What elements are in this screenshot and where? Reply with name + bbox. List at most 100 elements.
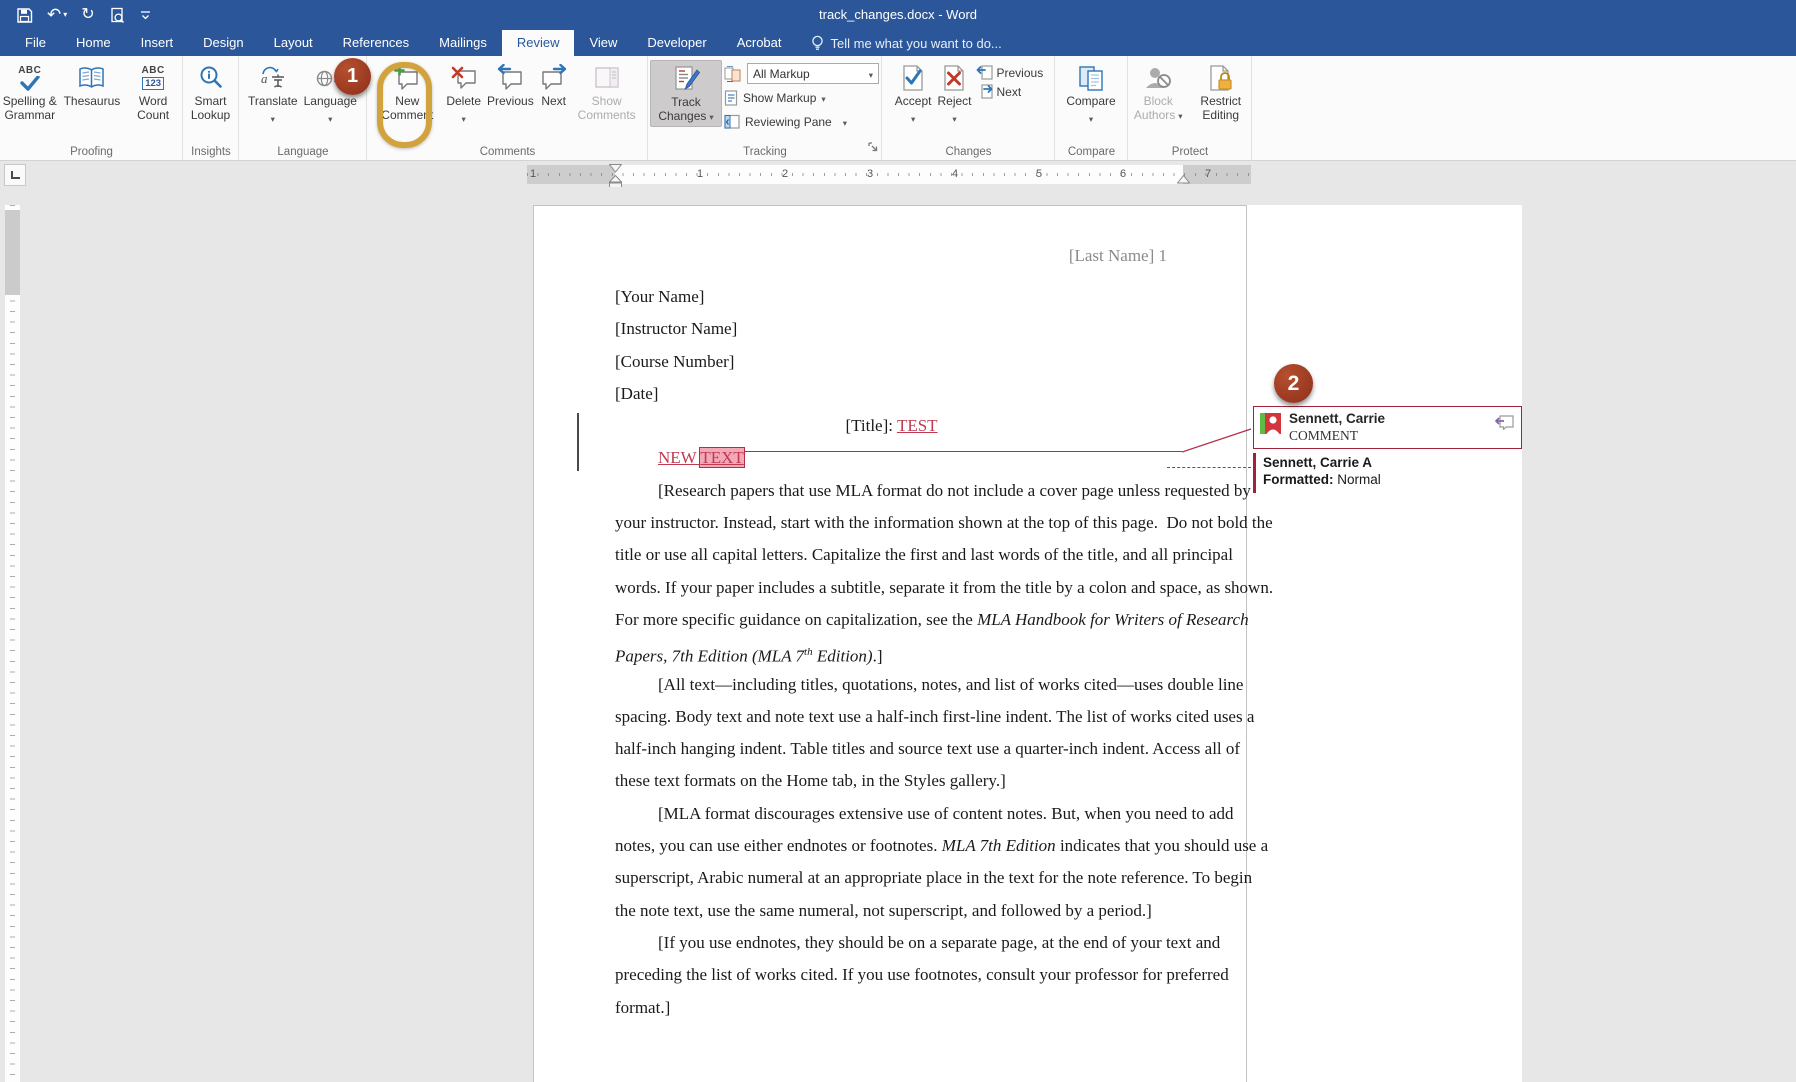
- print-preview-icon[interactable]: [109, 7, 126, 24]
- show-markup-row[interactable]: Show Markup: [724, 87, 879, 108]
- language-dropdown-caret[interactable]: [328, 109, 332, 127]
- horizontal-ruler[interactable]: 11234567: [527, 165, 1251, 184]
- next-comment-button[interactable]: Next: [538, 60, 570, 110]
- quick-access-toolbar: [16, 3, 151, 27]
- thesaurus-button[interactable]: Thesaurus: [62, 60, 123, 110]
- revision-type: Formatted:: [1263, 472, 1334, 487]
- restrict-editing-button[interactable]: Restrict Editing: [1191, 60, 1252, 124]
- track-changes-button[interactable]: Track Changes: [650, 60, 722, 127]
- doc-line: these text formats on the Home tab, in t…: [615, 765, 1168, 797]
- page-header: [Last Name] 1: [615, 246, 1167, 266]
- tab-developer[interactable]: Developer: [632, 30, 721, 56]
- next-change-button[interactable]: Next: [976, 84, 1044, 99]
- comment-author: Sennett, Carrie: [1289, 411, 1385, 426]
- group-label-compare: Compare: [1055, 146, 1128, 158]
- reply-comment-icon[interactable]: [1494, 414, 1514, 435]
- group-protect: Block Authors Restrict Editing: [1128, 56, 1252, 160]
- tab-view[interactable]: View: [574, 30, 632, 56]
- tab-insert[interactable]: Insert: [126, 30, 189, 56]
- translate-icon: a: [259, 62, 286, 94]
- new-comment-button[interactable]: New Comment: [372, 60, 442, 124]
- delete-comment-button[interactable]: Delete: [444, 60, 483, 129]
- display-for-review-dropdown[interactable]: All Markup: [747, 63, 879, 84]
- spelling-grammar-button[interactable]: ABC Spelling & Grammar: [0, 60, 60, 124]
- translate-dropdown-caret[interactable]: [271, 109, 275, 127]
- reviewing-pane-row[interactable]: Reviewing Pane: [724, 111, 879, 132]
- svg-text:a: a: [261, 71, 268, 86]
- ruler-number: 6: [1120, 168, 1126, 180]
- revision-entry[interactable]: Sennett, Carrie A Formatted: Normal: [1253, 453, 1522, 493]
- word-count-button[interactable]: ABC 123 Word Count: [124, 60, 182, 124]
- group-compare: Compare: [1055, 56, 1128, 160]
- smart-lookup-button[interactable]: Smart Lookup: [183, 60, 238, 124]
- tab-references[interactable]: References: [328, 30, 424, 56]
- tab-design[interactable]: Design: [188, 30, 258, 56]
- undo-icon[interactable]: [47, 3, 67, 27]
- save-icon[interactable]: [16, 7, 33, 24]
- accept-dropdown-caret[interactable]: [911, 109, 915, 127]
- ruler-row: 11234567: [0, 161, 1796, 187]
- smart-lookup-icon: [198, 62, 224, 94]
- ruler-number: 2: [782, 168, 788, 180]
- comment-body: COMMENT: [1289, 428, 1358, 444]
- doc-line: format.]: [615, 992, 1168, 1024]
- word-count-icon: ABC 123: [142, 62, 165, 94]
- doc-line: [If you use endnotes, they should be on …: [615, 927, 1168, 959]
- redo-icon[interactable]: [81, 3, 94, 27]
- tell-me-label: Tell me what you want to do...: [831, 36, 1002, 51]
- show-comments-button[interactable]: Show Comments: [572, 60, 642, 124]
- markup-area: [1247, 205, 1522, 1082]
- doc-line: spacing. Body text and note text use a h…: [615, 701, 1168, 733]
- tab-file[interactable]: File: [10, 30, 61, 56]
- language-button[interactable]: A Language: [302, 60, 359, 129]
- reviewing-pane-caret: [843, 115, 847, 129]
- group-insights: Smart Lookup: [183, 56, 239, 160]
- right-indent-marker[interactable]: [1177, 175, 1190, 184]
- tab-mailings[interactable]: Mailings: [424, 30, 502, 56]
- previous-comment-button[interactable]: Previous: [485, 60, 536, 110]
- doc-line: Papers, 7th Edition (MLA 7th Edition).]: [615, 636, 1168, 668]
- block-authors-caret: [1178, 108, 1182, 122]
- ruler-number: 7: [1205, 168, 1211, 180]
- comment-card[interactable]: Sennett, Carrie COMMENT: [1253, 406, 1522, 449]
- translate-button[interactable]: a Translate: [246, 60, 300, 129]
- show-markup-caret: [821, 91, 825, 105]
- doc-line: [MLA format discourages extensive use of…: [615, 798, 1168, 830]
- tab-stop-selector[interactable]: [4, 164, 26, 186]
- tell-me-box[interactable]: Tell me what you want to do...: [811, 30, 1002, 56]
- track-changes-dropdown-caret[interactable]: [709, 109, 713, 123]
- compare-dropdown-caret[interactable]: [1089, 109, 1093, 127]
- group-label-tracking: Tracking: [648, 146, 882, 158]
- delete-dropdown-caret[interactable]: [462, 109, 466, 127]
- previous-change-icon: [976, 65, 993, 80]
- person-icon: [1265, 413, 1281, 434]
- doc-line: [Date]: [615, 378, 1168, 410]
- change-bar: [577, 413, 579, 471]
- vertical-ruler[interactable]: [5, 205, 20, 1082]
- doc-line: your instructor. Instead, start with the…: [615, 507, 1168, 539]
- compare-icon: [1077, 62, 1105, 94]
- vertical-ruler-ticks: [10, 205, 15, 1082]
- customize-quick-access-icon[interactable]: [140, 10, 151, 21]
- comment-connector-line: [745, 451, 1182, 452]
- doc-line: NEW TEXT: [615, 442, 1168, 474]
- group-changes: Accept Reject Previous Next: [882, 56, 1055, 160]
- vertical-ruler-margin: [5, 210, 20, 295]
- compare-button[interactable]: Compare: [1064, 60, 1117, 129]
- accept-button[interactable]: Accept: [893, 60, 934, 129]
- doc-line: [All text—including titles, quotations, …: [615, 669, 1168, 701]
- spelling-grammar-icon: ABC: [18, 62, 41, 94]
- previous-change-button[interactable]: Previous: [976, 65, 1044, 80]
- first-line-indent-marker[interactable]: [609, 164, 622, 173]
- revision-detail: Formatted: Normal: [1263, 472, 1381, 487]
- reject-button[interactable]: Reject: [935, 60, 973, 129]
- markup-dropdown-caret: [869, 67, 873, 81]
- tab-acrobat[interactable]: Acrobat: [722, 30, 797, 56]
- tab-home[interactable]: Home: [61, 30, 126, 56]
- reject-dropdown-caret[interactable]: [952, 109, 956, 127]
- document-text[interactable]: [Your Name][Instructor Name][Course Numb…: [615, 281, 1168, 1024]
- previous-comment-icon: [496, 62, 524, 94]
- tab-layout[interactable]: Layout: [259, 30, 328, 56]
- block-authors-button[interactable]: Block Authors: [1128, 60, 1189, 125]
- tab-review[interactable]: Review: [502, 30, 575, 56]
